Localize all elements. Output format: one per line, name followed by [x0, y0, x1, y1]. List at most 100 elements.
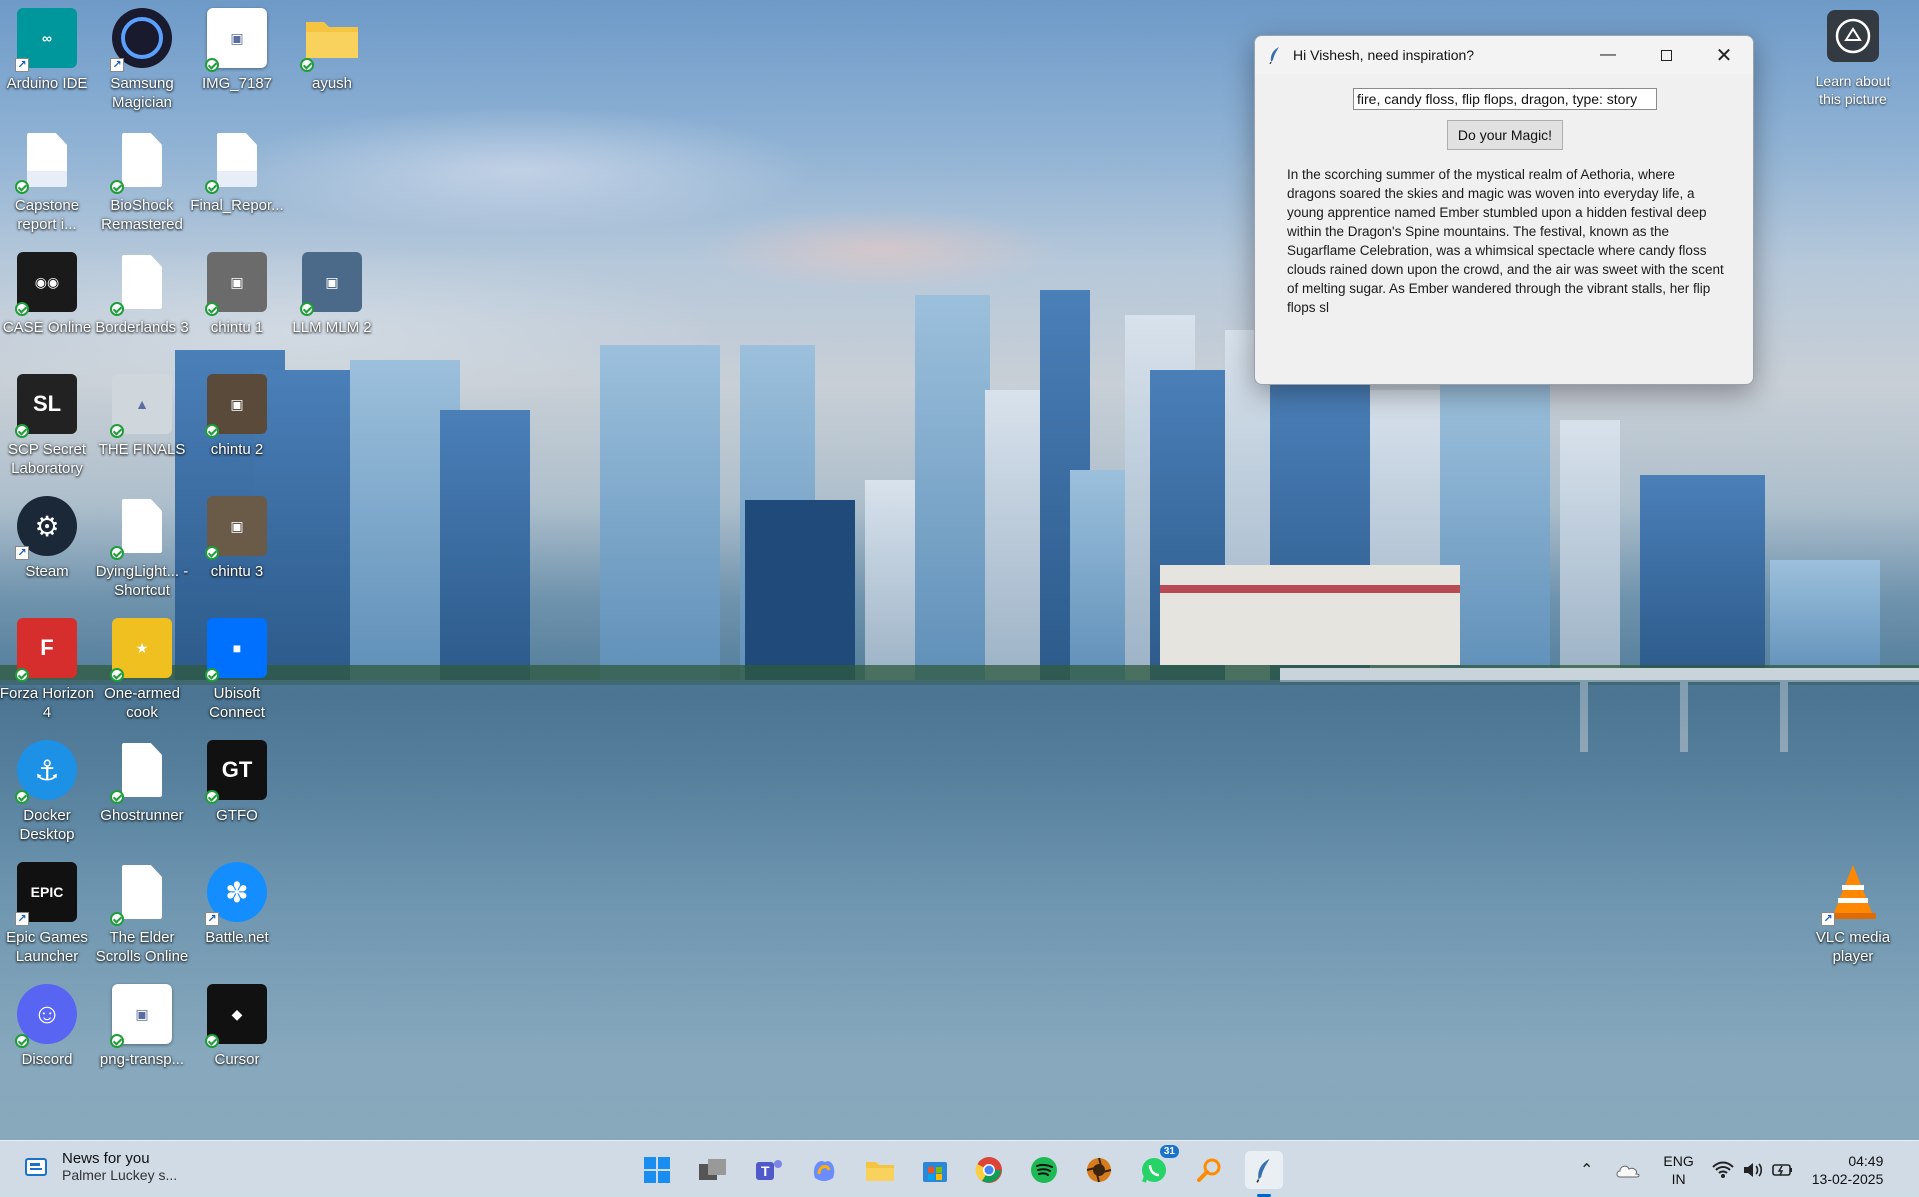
desktop-icon-label: One-armed cook	[104, 685, 180, 721]
desktop-icon-word-doc[interactable]: Capstone report i...	[0, 130, 95, 234]
discord-icon: ☺	[15, 984, 77, 1048]
sync-status-icon	[205, 546, 219, 560]
sync-status-icon	[205, 424, 219, 438]
desktop-icon-photo[interactable]: ▣ chintu 1	[189, 252, 285, 337]
desktop-icon-label: Steam	[25, 563, 69, 580]
sync-status-icon	[15, 1034, 29, 1048]
desktop-icon-epic-games[interactable]: EPIC ↗ Epic Games Launcher	[0, 862, 95, 966]
clock[interactable]: 04:49 13-02-2025	[1812, 1152, 1884, 1188]
inspiration-window: Hi Vishesh, need inspiration? — ✕ fire, …	[1254, 35, 1754, 385]
desktop-icon-ubisoft-connect[interactable]: ■ Ubisoft Connect	[189, 618, 285, 722]
desktop-icon-label: chintu 2	[210, 441, 264, 458]
learn-about-picture-label: Learn about this picture	[1815, 73, 1891, 107]
desktop-icon-label: Ghostrunner	[100, 807, 184, 824]
sync-status-icon	[15, 424, 29, 438]
story-output: In the scorching summer of the mystical …	[1287, 167, 1724, 315]
start-button[interactable]	[638, 1151, 676, 1189]
desktop-icon-label: BioShock Remastered	[101, 197, 183, 233]
desktop-icon-forza[interactable]: F Forza Horizon 4	[0, 618, 95, 722]
language-line-1: ENG	[1663, 1152, 1694, 1169]
desktop-icon-label: SCP Secret Laboratory	[7, 441, 87, 477]
desktop-icon-docker[interactable]: ⚓ Docker Desktop	[0, 740, 95, 844]
desktop-icon-cursor-app[interactable]: ◆ Cursor	[189, 984, 285, 1069]
sync-status-icon	[110, 546, 124, 560]
desktop-icon-label: IMG_7187	[201, 75, 273, 92]
prompt-input[interactable]: fire, candy floss, flip flops, dragon, t…	[1353, 88, 1657, 110]
desktop-icon-label: CASE Online	[2, 319, 92, 336]
desktop-icon-steam[interactable]: ⚙ ↗ Steam	[0, 496, 95, 581]
do-your-magic-button[interactable]: Do your Magic!	[1447, 120, 1563, 150]
sync-status-icon	[205, 180, 219, 194]
window-titlebar[interactable]: Hi Vishesh, need inspiration? — ✕	[1255, 36, 1753, 74]
desktop-icon-blank-doc[interactable]: BioShock Remastered	[94, 130, 190, 234]
feather-app-button[interactable]	[1245, 1151, 1283, 1197]
desktop-icon-battlenet[interactable]: ✽ ↗ Battle.net	[189, 862, 285, 947]
image-thumbnail-icon: ▣	[205, 8, 267, 72]
close-button[interactable]: ✕	[1695, 36, 1753, 74]
desktop-icon-label: chintu 3	[210, 563, 264, 580]
desktop-icon-label: Final_Repor...	[190, 197, 284, 214]
desktop-icon-label: GTFO	[216, 807, 258, 824]
language-indicator[interactable]: ENG IN	[1663, 1152, 1693, 1188]
desktop-icon-samsung-magician[interactable]: ↗ Samsung Magician	[94, 8, 190, 112]
blank-doc-icon	[110, 496, 172, 560]
desktop-icon-blank-doc[interactable]: Ghostrunner	[94, 740, 190, 825]
desktop-icon-discord[interactable]: ☺ Discord	[0, 984, 95, 1069]
teams-button[interactable]: T	[750, 1151, 788, 1189]
news-widget[interactable]: News for you Palmer Luckey s...	[24, 1150, 177, 1183]
desktop-icon-photo[interactable]: ▣ chintu 3	[189, 496, 285, 581]
sync-status-icon	[205, 58, 219, 72]
vlc-icon: ↗	[1821, 862, 1883, 926]
tray-overflow-chevron-icon[interactable]: ⌃	[1580, 1160, 1593, 1180]
app-orange-button[interactable]	[1080, 1151, 1118, 1189]
spotify-button[interactable]	[1025, 1151, 1063, 1189]
photo-icon: ▣	[300, 252, 362, 316]
desktop-icon-word-doc[interactable]: Final_Repor...	[189, 130, 285, 215]
desktop-icon-label: THE FINALS	[98, 441, 186, 458]
desktop-icon-arduino[interactable]: ∞ ↗ Arduino IDE	[0, 8, 95, 93]
onedrive-cloud-icon[interactable]	[1615, 1161, 1641, 1179]
image-thumbnail-icon: ▣	[110, 984, 172, 1048]
steam-icon: ⚙ ↗	[15, 496, 77, 560]
ms-store-button[interactable]	[916, 1151, 954, 1189]
search-app-button[interactable]	[1190, 1151, 1228, 1189]
whatsapp-unread-badge: 31	[1159, 1145, 1179, 1158]
desktop-icon-folder[interactable]: ayush	[284, 8, 380, 93]
wifi-icon[interactable]	[1712, 1161, 1734, 1179]
file-explorer-button[interactable]	[861, 1151, 899, 1189]
whatsapp-button[interactable]: 31	[1135, 1145, 1179, 1189]
sync-status-icon	[15, 180, 29, 194]
desktop-icon-the-finals[interactable]: ▲ THE FINALS	[94, 374, 190, 459]
desktop-icon-photo[interactable]: ▣ LLM MLM 2	[284, 252, 380, 337]
clock-date: 13-02-2025	[1811, 1170, 1884, 1187]
desktop-icon-gtfo[interactable]: GT GTFO	[189, 740, 285, 825]
desktop-icon-scp[interactable]: SL SCP Secret Laboratory	[0, 374, 95, 478]
case-online-icon: ◉◉	[15, 252, 77, 316]
weather-news-icon	[25, 1157, 47, 1176]
copilot-button[interactable]	[805, 1151, 843, 1189]
shortcut-arrow-icon: ↗	[110, 58, 124, 72]
desktop-icon-case-online[interactable]: ◉◉ CASE Online	[0, 252, 95, 337]
task-view-icon	[699, 1159, 726, 1180]
task-view-button[interactable]	[694, 1151, 732, 1189]
desktop-icon-image-thumbnail[interactable]: ▣ png-transp...	[94, 984, 190, 1069]
taskbar: News for you Palmer Luckey s... T 31 ⌃ E…	[0, 1140, 1919, 1197]
desktop-icon-vlc[interactable]: ↗ VLC media player	[1805, 862, 1901, 966]
folder-icon	[300, 8, 362, 72]
chrome-button[interactable]	[970, 1151, 1008, 1189]
volume-icon[interactable]	[1742, 1161, 1764, 1179]
desktop-icon-blank-doc[interactable]: Borderlands 3	[94, 252, 190, 337]
desktop-icon-one-armed-cook[interactable]: ★ One-armed cook	[94, 618, 190, 722]
desktop-icon-blank-doc[interactable]: The Elder Scrolls Online	[94, 862, 190, 966]
desktop-icon-photo[interactable]: ▣ chintu 2	[189, 374, 285, 459]
desktop-icon-image-thumbnail[interactable]: ▣ IMG_7187	[189, 8, 285, 93]
blank-doc-icon	[110, 740, 172, 804]
maximize-button[interactable]	[1637, 36, 1695, 74]
desktop-icon-blank-doc[interactable]: DyingLight... - Shortcut	[94, 496, 190, 600]
desktop-icon-label: ayush	[311, 75, 353, 92]
battery-charging-icon[interactable]	[1771, 1161, 1794, 1179]
news-title: News for you	[62, 1150, 150, 1167]
learn-about-picture[interactable]: Learn about this picture	[1808, 10, 1898, 108]
minimize-button[interactable]: —	[1579, 36, 1637, 74]
whatsapp-icon	[1142, 1158, 1166, 1183]
